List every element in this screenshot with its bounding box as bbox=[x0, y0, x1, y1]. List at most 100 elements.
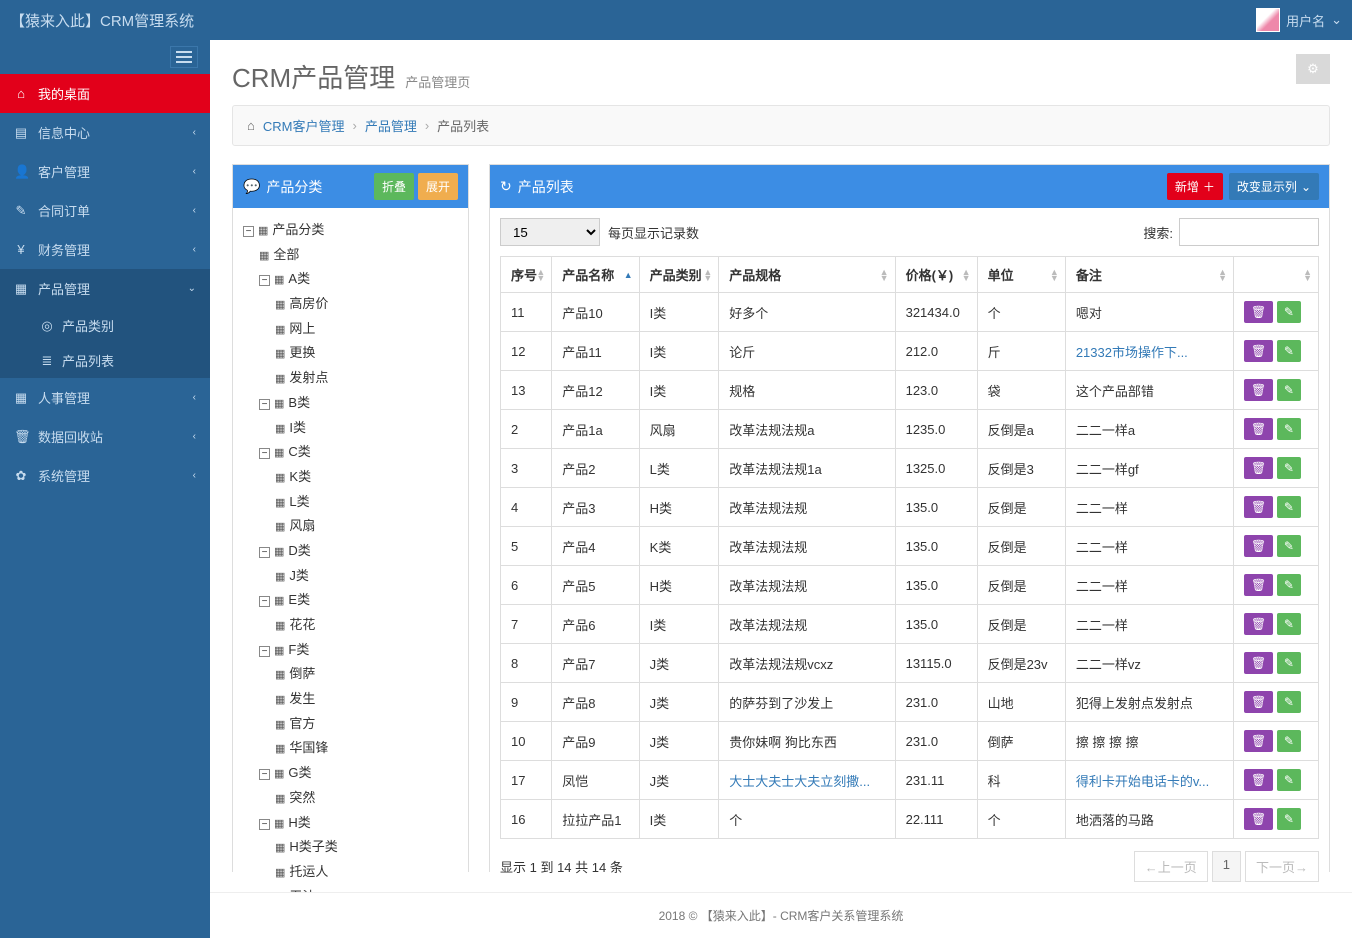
chevron-icon: ‹ bbox=[193, 127, 196, 138]
user-menu[interactable]: 用户名 ⌄ bbox=[1256, 8, 1342, 32]
edit-button[interactable]: ✎ bbox=[1277, 613, 1301, 635]
tree-toggle[interactable]: − bbox=[243, 226, 254, 237]
tree-leaf[interactable]: ▦发射点 bbox=[275, 366, 458, 391]
tree-leaf[interactable]: ▦高房价 bbox=[275, 292, 458, 317]
tree-branch[interactable]: −▦H类 bbox=[259, 811, 458, 836]
tree-root[interactable]: −▦产品分类 bbox=[243, 218, 458, 243]
edit-button[interactable]: ✎ bbox=[1277, 769, 1301, 791]
expand-button[interactable]: 展开 bbox=[418, 173, 458, 200]
column-header[interactable]: 产品名称▲ bbox=[552, 257, 639, 293]
breadcrumb-mid[interactable]: 产品管理 bbox=[365, 116, 417, 135]
next-page-button[interactable]: 下一页→ bbox=[1245, 851, 1319, 882]
edit-button[interactable]: ✎ bbox=[1277, 418, 1301, 440]
edit-button[interactable]: ✎ bbox=[1277, 301, 1301, 323]
edit-button[interactable]: ✎ bbox=[1277, 379, 1301, 401]
tree-branch[interactable]: −▦C类 bbox=[259, 440, 458, 465]
edit-button[interactable]: ✎ bbox=[1277, 535, 1301, 557]
delete-button[interactable]: 🗑 bbox=[1244, 340, 1273, 362]
tree-leaf[interactable]: ▦发生 bbox=[275, 687, 458, 712]
edit-button[interactable]: ✎ bbox=[1277, 730, 1301, 752]
sidebar-subitem-产品类别[interactable]: ◎产品类别 bbox=[0, 308, 210, 343]
tree-toggle[interactable]: − bbox=[259, 399, 270, 410]
sidebar-item-系统管理[interactable]: ✿系统管理‹ bbox=[0, 456, 210, 495]
page-size-select[interactable]: 15 bbox=[500, 218, 600, 246]
tree-branch[interactable]: −▦D类 bbox=[259, 539, 458, 564]
delete-button[interactable]: 🗑 bbox=[1244, 496, 1273, 518]
tree-toggle[interactable]: − bbox=[259, 769, 270, 780]
delete-button[interactable]: 🗑 bbox=[1244, 769, 1273, 791]
sidebar-item-信息中心[interactable]: ▤信息中心‹ bbox=[0, 113, 210, 152]
tree-leaf[interactable]: ▦华国锋 bbox=[275, 736, 458, 761]
tree-leaf[interactable]: ▦官方 bbox=[275, 712, 458, 737]
tree-leaf[interactable]: ▦J类 bbox=[275, 564, 458, 589]
edit-button[interactable]: ✎ bbox=[1277, 808, 1301, 830]
column-header[interactable]: 产品类别▲▼ bbox=[639, 257, 719, 293]
tree-leaf[interactable]: ▦网上 bbox=[275, 317, 458, 342]
column-header[interactable]: 单位▲▼ bbox=[977, 257, 1065, 293]
column-header[interactable]: 价格(￥)▲▼ bbox=[895, 257, 977, 293]
sidebar-subitem-产品列表[interactable]: ≣产品列表 bbox=[0, 343, 210, 378]
sidebar-item-合同订单[interactable]: ✎合同订单‹ bbox=[0, 191, 210, 230]
delete-button[interactable]: 🗑 bbox=[1244, 808, 1273, 830]
tree-leaf[interactable]: ▦花花 bbox=[275, 613, 458, 638]
fold-button[interactable]: 折叠 bbox=[374, 173, 414, 200]
tree-branch[interactable]: −▦F类 bbox=[259, 638, 458, 663]
sidebar-item-财务管理[interactable]: ¥财务管理‹ bbox=[0, 230, 210, 269]
sidebar-toggle-button[interactable] bbox=[170, 46, 198, 68]
delete-button[interactable]: 🗑 bbox=[1244, 613, 1273, 635]
sidebar-item-产品管理[interactable]: ▦产品管理⌄ bbox=[0, 269, 210, 308]
delete-button[interactable]: 🗑 bbox=[1244, 691, 1273, 713]
sidebar-item-数据回收站[interactable]: 🗑数据回收站‹ bbox=[0, 417, 210, 456]
edit-button[interactable]: ✎ bbox=[1277, 574, 1301, 596]
sidebar-item-客户管理[interactable]: 👤客户管理‹ bbox=[0, 152, 210, 191]
tree-leaf[interactable]: ▦突然 bbox=[275, 786, 458, 811]
delete-button[interactable]: 🗑 bbox=[1244, 730, 1273, 752]
tree-toggle[interactable]: − bbox=[259, 819, 270, 830]
delete-button[interactable]: 🗑 bbox=[1244, 574, 1273, 596]
delete-button[interactable]: 🗑 bbox=[1244, 535, 1273, 557]
tree-toggle[interactable]: − bbox=[259, 275, 270, 286]
tree-leaf[interactable]: ▦更换 bbox=[275, 341, 458, 366]
breadcrumb-home[interactable]: CRM客户管理 bbox=[263, 116, 345, 135]
tree-leaf[interactable]: ▦倒萨 bbox=[275, 662, 458, 687]
search-input[interactable] bbox=[1179, 218, 1319, 246]
delete-button[interactable]: 🗑 bbox=[1244, 652, 1273, 674]
edit-button[interactable]: ✎ bbox=[1277, 340, 1301, 362]
tree-toggle[interactable]: − bbox=[259, 646, 270, 657]
delete-button[interactable]: 🗑 bbox=[1244, 418, 1273, 440]
settings-gear-button[interactable]: ⚙ bbox=[1296, 54, 1330, 84]
menu-icon: ▦ bbox=[14, 390, 28, 406]
edit-button[interactable]: ✎ bbox=[1277, 652, 1301, 674]
delete-button[interactable]: 🗑 bbox=[1244, 301, 1273, 323]
tree-leaf[interactable]: ▦I类 bbox=[275, 416, 458, 441]
tree-branch[interactable]: −▦A类 bbox=[259, 267, 458, 292]
tree-leaf[interactable]: ▦风扇 bbox=[275, 514, 458, 539]
prev-page-button[interactable]: ←上一页 bbox=[1134, 851, 1208, 882]
tree-toggle[interactable]: − bbox=[259, 596, 270, 607]
delete-button[interactable]: 🗑 bbox=[1244, 457, 1273, 479]
tree-branch[interactable]: −▦E类 bbox=[259, 588, 458, 613]
tree-toggle[interactable]: − bbox=[259, 448, 270, 459]
tree-leaf[interactable]: ▦无法 bbox=[275, 885, 458, 892]
delete-button[interactable]: 🗑 bbox=[1244, 379, 1273, 401]
edit-button[interactable]: ✎ bbox=[1277, 457, 1301, 479]
top-bar: 【猿来入此】CRM管理系统 用户名 ⌄ bbox=[0, 0, 1352, 40]
column-header[interactable]: 备注▲▼ bbox=[1065, 257, 1233, 293]
tree-branch[interactable]: −▦B类 bbox=[259, 391, 458, 416]
tree-branch[interactable]: −▦G类 bbox=[259, 761, 458, 786]
tree-leaf[interactable]: ▦托运人 bbox=[275, 860, 458, 885]
tree-leaf[interactable]: ▦H类子类 bbox=[275, 835, 458, 860]
tree-leaf[interactable]: ▦全部 bbox=[259, 243, 458, 268]
edit-button[interactable]: ✎ bbox=[1277, 496, 1301, 518]
tree-leaf[interactable]: ▦K类 bbox=[275, 465, 458, 490]
change-columns-button[interactable]: 改变显示列 ⌄ bbox=[1229, 173, 1319, 200]
column-header[interactable]: 产品规格▲▼ bbox=[719, 257, 895, 293]
tree-toggle[interactable]: − bbox=[259, 547, 270, 558]
page-number[interactable]: 1 bbox=[1212, 851, 1241, 882]
edit-button[interactable]: ✎ bbox=[1277, 691, 1301, 713]
sidebar-item-人事管理[interactable]: ▦人事管理‹ bbox=[0, 378, 210, 417]
add-button[interactable]: 新增＋ bbox=[1167, 173, 1223, 200]
tree-leaf[interactable]: ▦L类 bbox=[275, 490, 458, 515]
sidebar-item-我的桌面[interactable]: ⌂我的桌面 bbox=[0, 74, 210, 113]
column-header[interactable]: 序号▲▼ bbox=[501, 257, 552, 293]
